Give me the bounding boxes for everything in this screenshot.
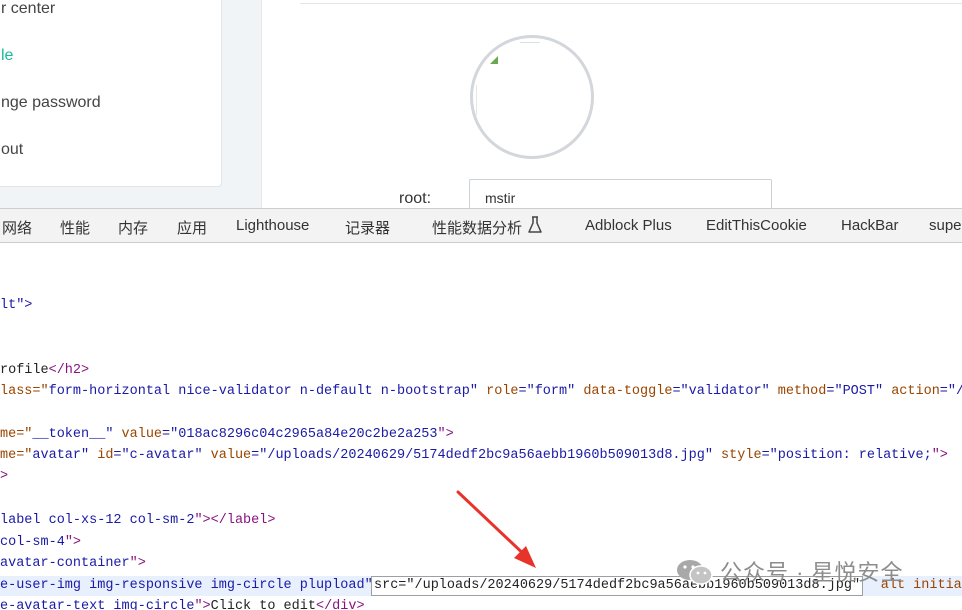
code-line[interactable]: > (0, 468, 8, 486)
nickname-label: root: (399, 190, 432, 207)
wechat-icon (677, 560, 713, 585)
devtools-tabbar: 网络 性能 内存 应用 Lighthouse 记录器 性能数据分析 Adbloc… (0, 208, 962, 243)
tab-lighthouse[interactable]: Lighthouse (236, 217, 309, 234)
code-line[interactable]: label col-xs-12 col-sm-2"></label> (0, 512, 275, 530)
watermark-text: 公众号 · 星悦安全 (720, 560, 904, 585)
code-line[interactable]: me="avatar" id="c-avatar" value="/upload… (0, 447, 948, 465)
sidebar-item-logout[interactable]: out (1, 141, 23, 159)
tab-application[interactable]: 应用 (177, 217, 207, 238)
tab-adblock-plus[interactable]: Adblock Plus (585, 217, 672, 234)
sidebar-item-change-password[interactable]: nge password (1, 94, 101, 112)
profile-content-panel (261, 0, 962, 208)
sidebar-item-profile[interactable]: le (1, 47, 13, 65)
code-line[interactable]: rofile</h2> (0, 362, 89, 380)
tab-hackbar[interactable]: HackBar (841, 217, 899, 234)
code-line[interactable]: e-avatar-text img-circle">Click to edit<… (0, 598, 365, 610)
tab-editthiscookie[interactable]: EditThisCookie (706, 217, 807, 234)
code-line[interactable]: lass="form-horizontal nice-validator n-d… (0, 383, 962, 401)
code-line[interactable]: col-sm-4"> (0, 534, 81, 552)
code-line[interactable]: avatar-container"> (0, 555, 146, 573)
avatar-image[interactable] (470, 35, 594, 159)
broken-image-icon (490, 56, 498, 64)
tab-recorder[interactable]: 记录器 (345, 217, 390, 238)
tab-super[interactable]: supe (929, 217, 962, 234)
tab-performance[interactable]: 性能 (60, 217, 90, 238)
tab-performance-insights[interactable]: 性能数据分析 (432, 217, 522, 238)
sidebar-item-user-center[interactable]: r center (1, 0, 55, 18)
flask-icon (528, 216, 542, 233)
panel-divider (300, 3, 962, 4)
code-line[interactable]: lt"> (0, 297, 32, 315)
red-arrow-annotation (456, 490, 536, 568)
avatar-edge-top (520, 42, 540, 43)
avatar-edge (476, 85, 477, 115)
user-sidebar: r center le nge password out (0, 0, 222, 187)
tab-network[interactable]: 网络 (2, 217, 32, 238)
code-line[interactable]: me="__token__" value="018ac8296c04c2965a… (0, 426, 454, 444)
tab-memory[interactable]: 内存 (118, 217, 148, 238)
